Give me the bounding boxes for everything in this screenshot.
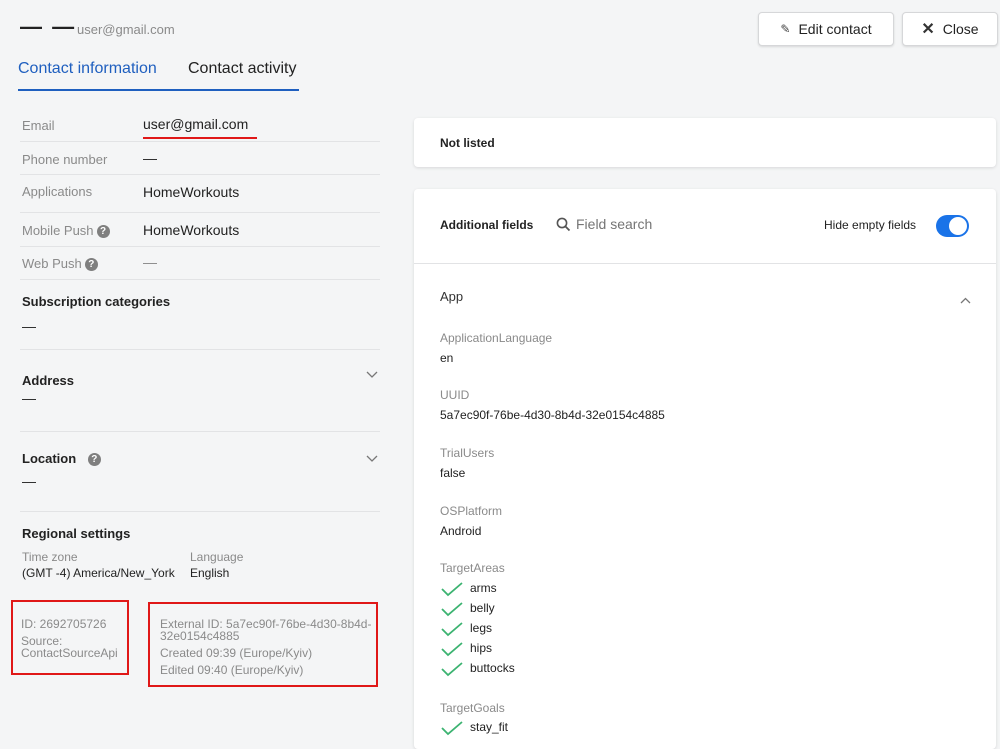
not-listed-text: Not listed bbox=[440, 136, 495, 150]
mobile-push-value: HomeWorkouts bbox=[143, 222, 240, 238]
created-time: Created 09:39 (Europe/Kyiv) bbox=[160, 646, 313, 660]
location-title[interactable]: Location ? bbox=[22, 451, 101, 467]
subscription-value: — bbox=[22, 318, 36, 334]
email-highlight-underline bbox=[143, 137, 257, 139]
divider bbox=[20, 431, 380, 432]
check-icon bbox=[441, 662, 463, 677]
address-value: — bbox=[22, 390, 36, 406]
search-icon bbox=[556, 217, 571, 237]
close-button[interactable]: ✕ Close bbox=[902, 12, 998, 46]
check-icon bbox=[441, 721, 463, 736]
divider bbox=[20, 349, 380, 350]
edit-contact-button[interactable]: ✎ Edit contact bbox=[758, 12, 894, 46]
edited-time: Edited 09:40 (Europe/Kyiv) bbox=[160, 663, 304, 677]
divider bbox=[20, 511, 380, 512]
location-value: — bbox=[22, 473, 36, 489]
address-title[interactable]: Address bbox=[22, 373, 74, 388]
tab-contact-activity[interactable]: Contact activity bbox=[188, 60, 296, 78]
applications-value: HomeWorkouts bbox=[143, 184, 240, 200]
close-icon: ✕ bbox=[921, 21, 935, 38]
language-value: English bbox=[190, 566, 230, 580]
field-search-input[interactable] bbox=[576, 214, 756, 234]
list-item: legs bbox=[470, 621, 493, 635]
check-icon bbox=[441, 622, 463, 637]
check-icon bbox=[441, 602, 463, 617]
external-id-line2: 32e0154c4885 bbox=[160, 629, 240, 643]
regional-title: Regional settings bbox=[22, 526, 131, 541]
not-listed-card: Not listed bbox=[414, 118, 996, 167]
field-value: false bbox=[440, 466, 466, 480]
close-label: Close bbox=[942, 21, 979, 37]
location-title-text: Location bbox=[22, 451, 77, 466]
list-item: hips bbox=[470, 641, 493, 655]
field-value: 5a7ec90f-76be-4d30-8b4d-32e0154c4885 bbox=[440, 408, 665, 422]
source-value: ContactSourceApi bbox=[21, 646, 118, 660]
phone-value: — bbox=[143, 150, 157, 166]
email-value[interactable]: user@gmail.com bbox=[143, 116, 248, 132]
divider bbox=[414, 263, 996, 264]
field-value: Android bbox=[440, 524, 482, 538]
mobile-push-text: Mobile Push bbox=[22, 223, 94, 238]
field-label: UUID bbox=[440, 388, 470, 402]
tab-contact-information[interactable]: Contact information bbox=[18, 60, 157, 78]
help-icon[interactable]: ? bbox=[87, 453, 101, 467]
check-icon bbox=[441, 582, 463, 597]
field-label: TargetAreas bbox=[440, 561, 505, 575]
field-label: TargetGoals bbox=[440, 701, 505, 715]
chevron-up-icon[interactable] bbox=[960, 291, 971, 309]
edit-contact-label: Edit contact bbox=[798, 21, 872, 37]
divider bbox=[20, 279, 380, 280]
divider bbox=[20, 246, 380, 247]
pencil-icon: ✎ bbox=[780, 22, 791, 36]
timezone-label: Time zone bbox=[22, 550, 78, 564]
additional-fields-title: Additional fields bbox=[440, 218, 534, 232]
hide-empty-label: Hide empty fields bbox=[824, 218, 917, 232]
divider bbox=[20, 141, 380, 142]
list-item: buttocks bbox=[470, 661, 515, 675]
field-label: TrialUsers bbox=[440, 446, 495, 460]
divider bbox=[20, 212, 380, 213]
subscription-title: Subscription categories bbox=[22, 294, 171, 309]
email-label: Email bbox=[22, 118, 55, 133]
phone-label: Phone number bbox=[22, 152, 108, 167]
language-label: Language bbox=[190, 550, 244, 564]
web-push-text: Web Push bbox=[22, 256, 82, 271]
contact-id: ID: 2692705726 bbox=[21, 617, 107, 631]
chevron-down-icon[interactable] bbox=[366, 450, 378, 468]
mobile-push-label: Mobile Push? bbox=[22, 223, 110, 239]
toggle-knob bbox=[949, 217, 967, 235]
tabs-underline bbox=[18, 89, 299, 91]
group-title-app[interactable]: App bbox=[440, 289, 463, 304]
header-email: user@gmail.com bbox=[77, 22, 175, 37]
list-item: stay_fit bbox=[470, 720, 509, 734]
web-push-label: Web Push? bbox=[22, 256, 98, 272]
divider bbox=[20, 174, 380, 175]
contact-name-placeholder: — — bbox=[20, 14, 77, 39]
hide-empty-toggle[interactable] bbox=[936, 215, 969, 237]
help-icon[interactable]: ? bbox=[84, 258, 98, 272]
list-item: arms bbox=[470, 581, 497, 595]
list-item: belly bbox=[470, 601, 495, 615]
help-icon[interactable]: ? bbox=[96, 225, 110, 239]
field-value: en bbox=[440, 351, 454, 365]
field-label: ApplicationLanguage bbox=[440, 331, 553, 345]
web-push-value: — bbox=[143, 254, 157, 270]
field-label: OSPlatform bbox=[440, 504, 503, 518]
check-icon bbox=[441, 642, 463, 657]
applications-label: Applications bbox=[22, 184, 93, 199]
chevron-down-icon[interactable] bbox=[366, 366, 378, 384]
timezone-value: (GMT -4) America/New_York bbox=[22, 566, 175, 580]
